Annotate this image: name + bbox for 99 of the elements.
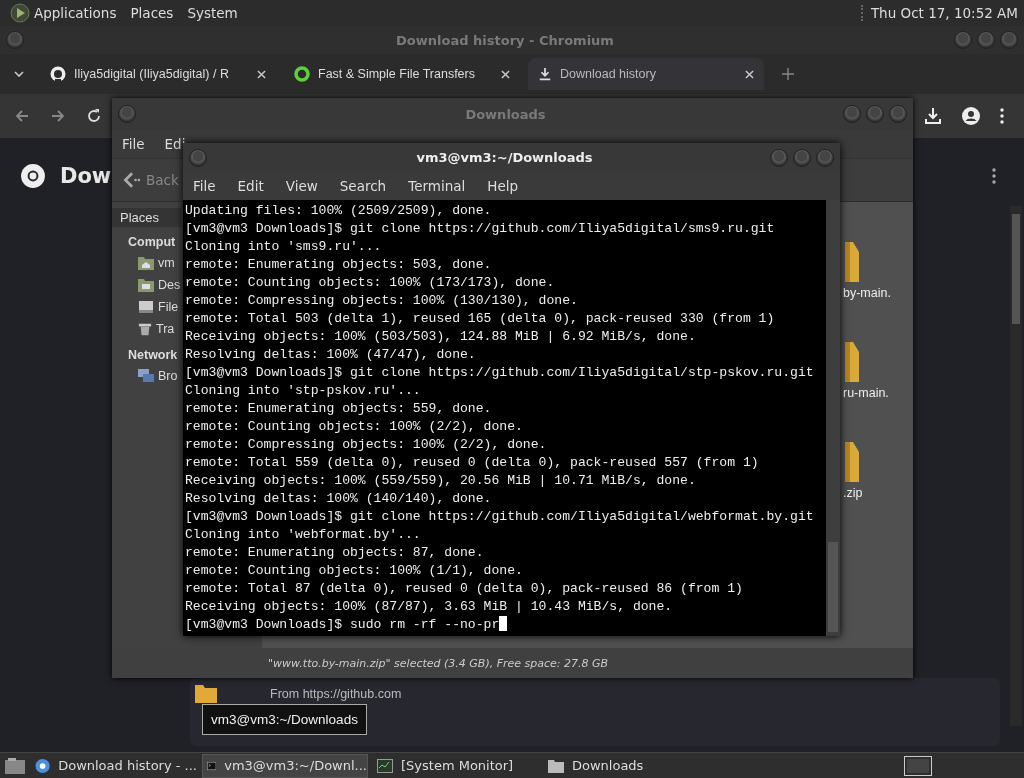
- folder-icon: [548, 758, 564, 773]
- file-name[interactable]: by-main.: [843, 286, 913, 300]
- places-selector[interactable]: Places: [112, 208, 182, 227]
- clock[interactable]: Thu Oct 17, 10:52 AM: [860, 5, 1018, 21]
- new-tab-icon[interactable]: [782, 68, 794, 80]
- terminal-line: remote: Compressing objects: 100% (130/130), done.: [185, 292, 579, 310]
- page-heading: Dow: [60, 164, 112, 188]
- minimize-icon[interactable]: [770, 148, 788, 167]
- minimize-icon[interactable]: [954, 31, 972, 49]
- sidebar-item[interactable]: Des: [158, 278, 181, 292]
- window-title: Downloads: [464, 106, 547, 122]
- menu-item[interactable]: File: [122, 136, 145, 152]
- menu-icon[interactable]: [1000, 108, 1004, 124]
- home-folder-icon: [138, 256, 154, 270]
- terminal-line: remote: Enumerating objects: 87, done.: [185, 544, 485, 562]
- window-menu-icon[interactable]: [189, 148, 207, 167]
- taskbar-button[interactable]: Download history - ...: [31, 753, 197, 778]
- maximize-icon[interactable]: [793, 148, 811, 167]
- back-arrow-icon: [122, 171, 140, 189]
- menu-item[interactable]: Edit: [237, 178, 264, 194]
- drive-icon: [138, 300, 154, 314]
- desktop-folder-icon: [138, 278, 154, 292]
- sidebar-item[interactable]: Tra: [156, 322, 175, 336]
- network-icon: [138, 369, 154, 383]
- terminal-line: remote: Total 503 (delta 1), reused 165 (delta 0), pack-reused 330 (from 1): [185, 310, 776, 328]
- taskbar-button[interactable]: Downloads: [544, 753, 710, 778]
- maximize-icon[interactable]: [866, 105, 884, 123]
- terminal-line: remote: Enumerating objects: 503, done.: [185, 256, 493, 274]
- section-heading: Comput: [128, 234, 176, 251]
- terminal-line: Receiving objects: 100% (87/87), 3.63 MiB | 10.43 MiB/s, done.: [185, 598, 674, 616]
- back-arrow-icon[interactable]: [14, 108, 30, 124]
- window-menu-icon[interactable]: [118, 105, 136, 123]
- reload-icon[interactable]: [86, 108, 102, 124]
- terminal-line: remote: Compressing objects: 100% (2/2), done.: [185, 436, 548, 454]
- profile-icon[interactable]: [962, 107, 980, 125]
- terminal-line: remote: Total 559 (delta 0), reused 0 (delta 0), pack-reused 557 (from 1): [185, 454, 760, 472]
- terminal-line: [vm3@vm3 Downloads]$ git clone https://github.com/Iliya5digital/stp-pskov.ru.git: [185, 364, 815, 382]
- browser-tab[interactable]: Iliya5digital (Iliya5digital) / R: [40, 58, 276, 90]
- terminal-line: Cloning into 'webformat.by'...: [185, 526, 422, 544]
- monitor-icon: [377, 757, 393, 774]
- terminal-line: remote: Counting objects: 100% (173/173), done.: [185, 274, 556, 292]
- menu-item[interactable]: Search: [339, 178, 387, 194]
- folder-icon: [194, 682, 218, 704]
- window-menu-icon[interactable]: [6, 31, 24, 49]
- browser-logo-icon: [20, 163, 46, 189]
- window-title: Download history - Chromium: [395, 32, 615, 48]
- terminal-line: Receiving objects: 100% (559/559), 20.56 MiB | 10.71 MiB/s, done.: [185, 472, 697, 490]
- menu-item[interactable]: View: [285, 178, 318, 194]
- maximize-icon[interactable]: [977, 31, 995, 49]
- panel-menu[interactable]: System: [187, 5, 238, 21]
- file-name[interactable]: ru-main.: [843, 386, 913, 400]
- workspace-switcher[interactable]: [904, 755, 932, 776]
- browser-tab[interactable]: Download history: [528, 58, 764, 90]
- terminal-line: remote: Counting objects: 100% (1/1), done.: [185, 562, 524, 580]
- terminal-line: [vm3@vm3 Downloads]$ sudo rm -rf --no-pr: [185, 616, 826, 634]
- forward-arrow-icon[interactable]: [50, 108, 66, 124]
- status-text: "www.tto.by-main.zip" selected (3.4 GB), Free space: 27.8 GB: [268, 656, 609, 670]
- sidebar-item[interactable]: Bro: [158, 369, 178, 383]
- terminal-line: remote: Counting objects: 100% (2/2), done.: [185, 418, 524, 436]
- terminal-line: [vm3@vm3 Downloads]$ git clone https://github.com/Iliya5digital/webformat.by.git: [185, 508, 815, 526]
- section-heading: Network: [128, 347, 178, 364]
- more-options-icon[interactable]: [992, 168, 996, 184]
- sidebar-item[interactable]: File: [158, 300, 179, 314]
- menu-item[interactable]: File: [193, 178, 216, 194]
- terminal-line: Resolving deltas: 100% (140/140), done.: [185, 490, 493, 508]
- sidebar-item[interactable]: vm: [158, 256, 175, 270]
- archive-icon[interactable]: [845, 442, 859, 482]
- play-logo-icon[interactable]: [10, 3, 30, 23]
- ring-logo-icon: [294, 66, 310, 82]
- minimize-icon[interactable]: [843, 105, 861, 123]
- browser-tab[interactable]: Fast & Simple File Transfers: [284, 58, 520, 90]
- terminal-line: remote: Total 87 (delta 0), reused 0 (delta 0), pack-reused 86 (from 1): [185, 580, 744, 598]
- tooltip: vm3@vm3:~/Downloads: [202, 704, 367, 735]
- browser-logo-icon: [35, 757, 51, 774]
- download-source: From https://github.com: [270, 687, 402, 701]
- panel-menu[interactable]: Places: [130, 5, 174, 21]
- panel-menu[interactable]: Applications: [34, 5, 117, 21]
- menu-item[interactable]: Help: [487, 178, 519, 194]
- terminal-line: Receiving objects: 100% (503/503), 124.88 MiB | 6.92 MiB/s, done.: [185, 328, 697, 346]
- download-icon[interactable]: [924, 107, 942, 125]
- terminal-line: remote: Enumerating objects: 559, done.: [185, 400, 493, 418]
- scrollbar[interactable]: [826, 200, 840, 636]
- terminal-line: Resolving deltas: 100% (47/47), done.: [185, 346, 477, 364]
- chevron-down-icon[interactable]: [14, 71, 24, 77]
- archive-icon[interactable]: [845, 342, 859, 382]
- menu-item[interactable]: Terminal: [408, 178, 466, 194]
- file-name[interactable]: .zip: [843, 486, 913, 500]
- taskbar-button[interactable]: vm3@vm3:~/Downl...: [202, 753, 368, 778]
- scrollbar[interactable]: [1010, 206, 1022, 726]
- taskbar-button[interactable]: [System Monitor]: [373, 753, 539, 778]
- terminal-line: Cloning into 'stp-pskov.ru'...: [185, 382, 422, 400]
- terminal-line: [vm3@vm3 Downloads]$ git clone https://github.com/Iliya5digital/sms9.ru.git: [185, 220, 776, 238]
- terminal-line: Cloning into 'sms9.ru'...: [185, 238, 383, 256]
- terminal-line: Updating files: 100% (2509/2509), done.: [185, 202, 493, 220]
- archive-icon[interactable]: [845, 242, 859, 282]
- window-title: vm3@vm3:~/Downloads: [415, 150, 594, 165]
- download-icon: [538, 67, 552, 81]
- trash-icon: [138, 322, 152, 336]
- show-desktop-icon[interactable]: [4, 756, 26, 775]
